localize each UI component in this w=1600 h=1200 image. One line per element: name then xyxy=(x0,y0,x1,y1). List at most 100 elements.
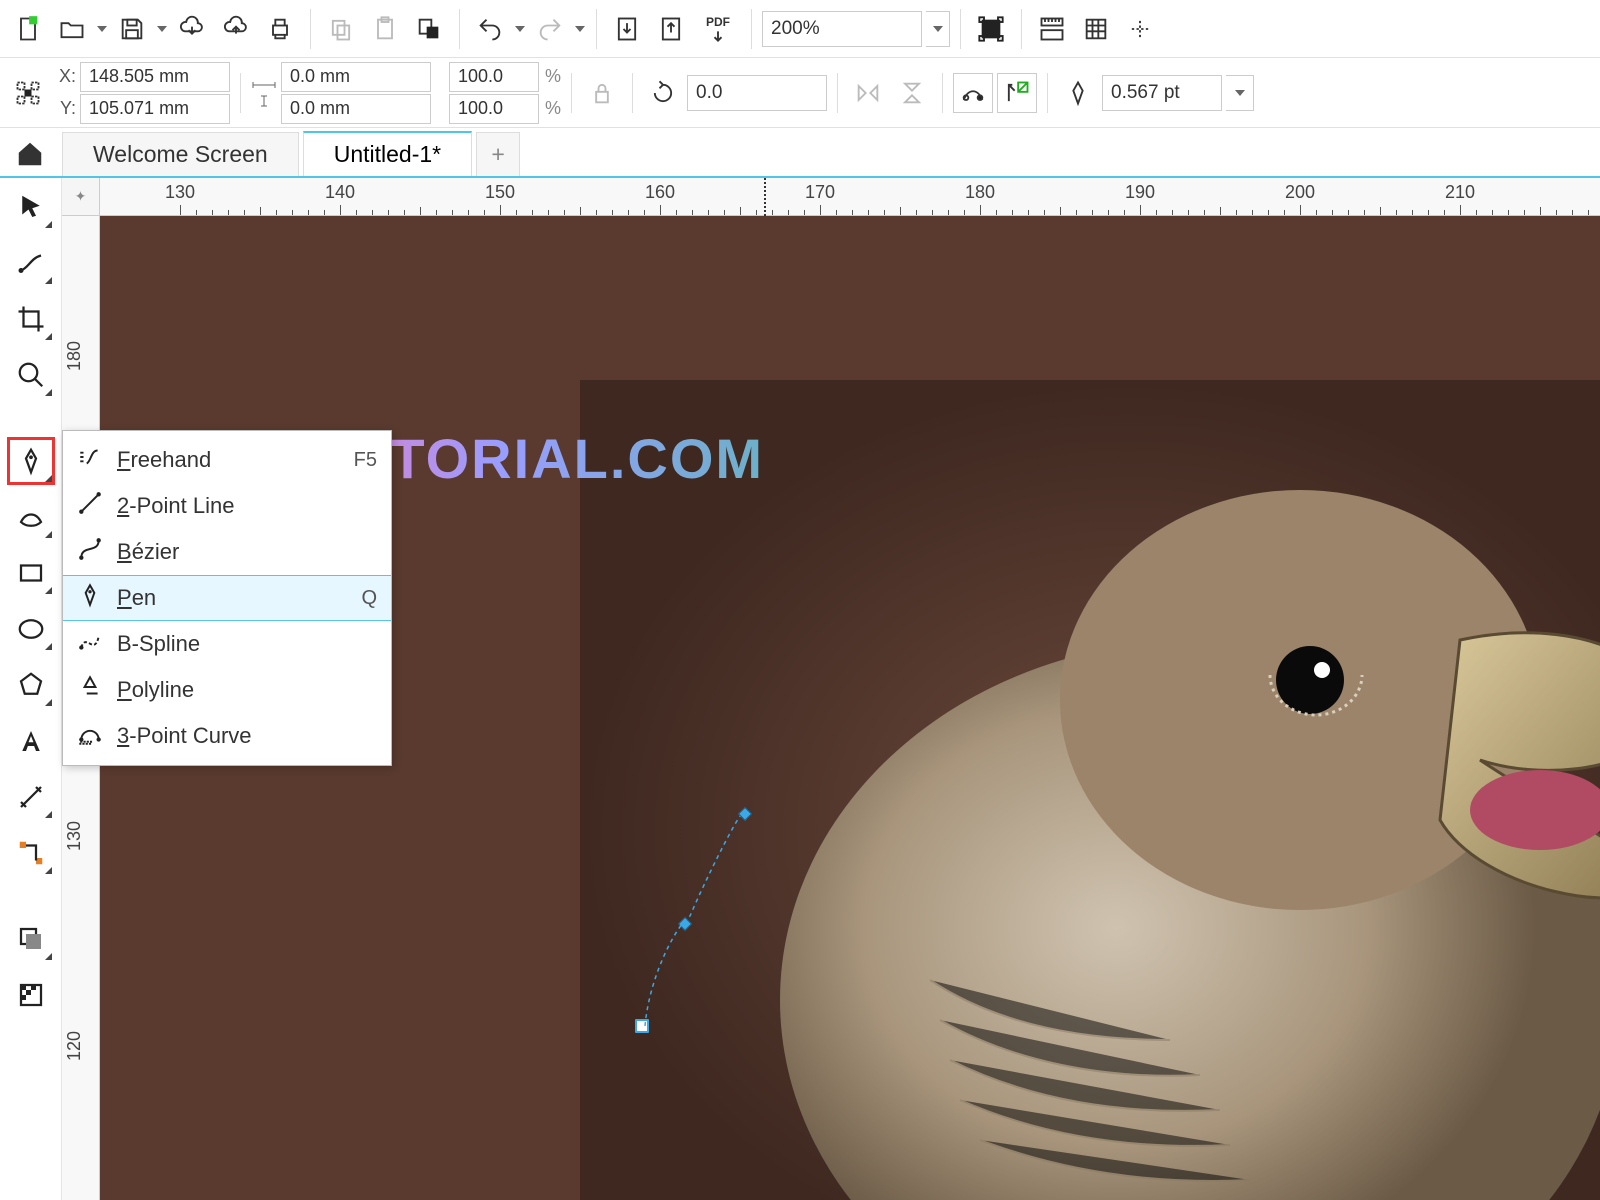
separator xyxy=(571,73,572,113)
save-dropdown[interactable] xyxy=(156,26,168,32)
flyout-item-bspline[interactable]: B-Spline xyxy=(63,621,391,667)
path-node[interactable] xyxy=(635,1019,649,1033)
rotation-field[interactable]: 0.0 xyxy=(687,75,827,111)
separator xyxy=(1047,73,1048,113)
ruler-tick-label: 150 xyxy=(485,182,515,203)
curve3-icon xyxy=(77,720,103,752)
y-field[interactable]: 105.071 mm xyxy=(80,94,230,124)
pick-tool[interactable] xyxy=(8,184,54,230)
position-group: X:148.505 mm Y:105.071 mm xyxy=(52,62,230,124)
ruler-horizontal[interactable]: 130140150160170180190200210 xyxy=(100,178,1600,216)
drop-shadow-tool[interactable] xyxy=(8,916,54,962)
parallel-dimension-tool[interactable] xyxy=(8,774,54,820)
connector-tool[interactable] xyxy=(8,830,54,876)
flyout-label: 3-Point Curve xyxy=(117,723,363,749)
flyout-item-polyline[interactable]: Polyline xyxy=(63,667,391,713)
y-label: Y: xyxy=(52,98,80,119)
bounding-box-icon[interactable] xyxy=(997,73,1037,113)
ruler-tick-label: 180 xyxy=(965,182,995,203)
outline-pen-icon[interactable] xyxy=(1058,73,1098,113)
flyout-label: B-Spline xyxy=(117,631,363,657)
zoom-tool[interactable] xyxy=(8,352,54,398)
object-position-icon[interactable] xyxy=(8,73,48,113)
document-tabs: Welcome Screen Untitled-1* + xyxy=(0,128,1600,178)
rotate-icon[interactable] xyxy=(643,73,683,113)
flyout-item-curve3[interactable]: 3-Point Curve xyxy=(63,713,391,759)
flyout-shortcut: F5 xyxy=(354,449,377,472)
flyout-item-freehand[interactable]: Freehand F5 xyxy=(63,437,391,483)
x-label: X: xyxy=(52,66,80,87)
undo-icon[interactable] xyxy=(470,9,510,49)
separator xyxy=(960,9,961,49)
artistic-media-tool[interactable] xyxy=(8,494,54,540)
separator xyxy=(310,9,311,49)
publish-pdf-icon[interactable]: PDF xyxy=(695,9,741,49)
import-icon[interactable] xyxy=(607,9,647,49)
open-icon[interactable] xyxy=(52,9,92,49)
rulers-icon[interactable] xyxy=(1032,9,1072,49)
tab-welcome[interactable]: Welcome Screen xyxy=(62,132,299,176)
separator xyxy=(459,9,460,49)
flyout-item-pen[interactable]: PenQ xyxy=(63,575,391,621)
tab-untitled[interactable]: Untitled-1* xyxy=(303,131,472,176)
rectangle-tool[interactable] xyxy=(8,550,54,596)
ruler-origin-icon[interactable]: ✦ xyxy=(62,178,100,216)
open-dropdown[interactable] xyxy=(96,26,108,32)
flyout-label: 2-Point Line xyxy=(117,493,363,519)
standard-toolbar: PDF 200% xyxy=(0,0,1600,58)
polyline-icon xyxy=(77,674,103,706)
size-group: 0.0 mm 0.0 mm xyxy=(251,62,431,124)
new-tab-button[interactable]: + xyxy=(476,132,520,176)
mirror-h-icon[interactable] xyxy=(848,73,888,113)
w-field[interactable]: 0.0 mm xyxy=(281,62,431,92)
lock-icon[interactable] xyxy=(582,73,622,113)
grid-icon[interactable] xyxy=(1076,9,1116,49)
flyout-shortcut: Q xyxy=(361,587,377,610)
pen-tool[interactable] xyxy=(8,438,54,484)
save-icon[interactable] xyxy=(112,9,152,49)
polygon-tool[interactable] xyxy=(8,662,54,708)
print-icon[interactable] xyxy=(260,9,300,49)
export-icon[interactable] xyxy=(651,9,691,49)
mirror-v-icon[interactable] xyxy=(892,73,932,113)
clipboard-icon[interactable] xyxy=(409,9,449,49)
transparency-tool[interactable] xyxy=(8,972,54,1018)
auto-close-icon[interactable] xyxy=(953,73,993,113)
redo-icon[interactable] xyxy=(530,9,570,49)
redo-dropdown[interactable] xyxy=(574,26,586,32)
copy-icon[interactable] xyxy=(321,9,361,49)
separator xyxy=(837,73,838,113)
zoom-value: 200% xyxy=(771,18,820,40)
more-icon[interactable] xyxy=(1120,9,1160,49)
x-field[interactable]: 148.505 mm xyxy=(80,62,230,92)
h-field[interactable]: 0.0 mm xyxy=(281,94,431,124)
home-tab-icon[interactable] xyxy=(10,134,50,174)
fullscreen-icon[interactable] xyxy=(971,9,1011,49)
text-tool[interactable] xyxy=(8,718,54,764)
flyout-label: Bézier xyxy=(117,539,363,565)
cloud-up-icon[interactable] xyxy=(216,9,256,49)
separator xyxy=(596,9,597,49)
width-icon xyxy=(251,78,277,92)
outline-width-field[interactable]: 0.567 pt xyxy=(1102,75,1222,111)
line2-icon xyxy=(77,490,103,522)
zoom-field[interactable]: 200% xyxy=(762,11,922,47)
zoom-dropdown[interactable] xyxy=(926,11,950,47)
shape-tool[interactable] xyxy=(8,240,54,286)
flyout-label: Freehand xyxy=(117,447,340,473)
paste-icon[interactable] xyxy=(365,9,405,49)
separator xyxy=(1021,9,1022,49)
cloud-down-icon[interactable] xyxy=(172,9,212,49)
flyout-item-line2[interactable]: 2-Point Line xyxy=(63,483,391,529)
sy-field[interactable]: 100.0 xyxy=(449,94,539,124)
sx-field[interactable]: 100.0 xyxy=(449,62,539,92)
new-doc-icon[interactable] xyxy=(8,9,48,49)
crop-tool[interactable] xyxy=(8,296,54,342)
undo-dropdown[interactable] xyxy=(514,26,526,32)
ellipse-tool[interactable] xyxy=(8,606,54,652)
outline-dropdown[interactable] xyxy=(1226,75,1254,111)
ruler-tick-label: 130 xyxy=(64,821,85,851)
ruler-tick-label: 130 xyxy=(165,182,195,203)
flyout-item-bezier[interactable]: Bézier xyxy=(63,529,391,575)
ruler-tick-label: 160 xyxy=(645,182,675,203)
